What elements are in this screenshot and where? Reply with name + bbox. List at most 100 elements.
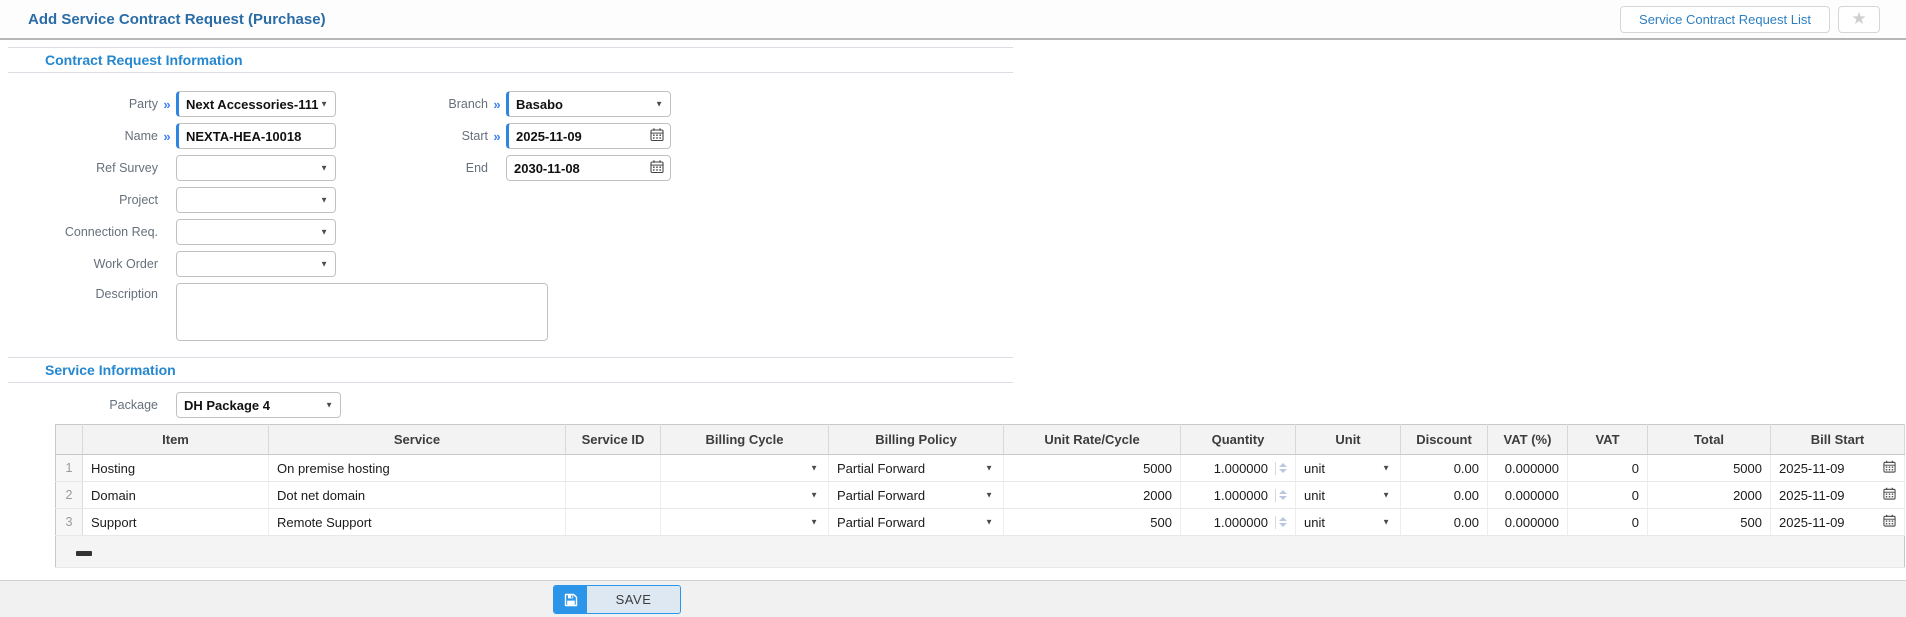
discount-cell[interactable]: 0.00 <box>1400 454 1488 482</box>
work-order-select[interactable]: ▼ <box>176 251 336 277</box>
branch-value: Basabo <box>516 96 563 112</box>
bill-start-cell[interactable]: 2025-11-09 <box>1770 508 1905 536</box>
vat-cell[interactable]: 0 <box>1567 454 1648 482</box>
quantity-cell[interactable]: 1.000000 <box>1180 481 1296 509</box>
divider <box>1275 488 1276 502</box>
vat-pct-cell[interactable]: 0.000000 <box>1487 454 1568 482</box>
bill-start-cell[interactable]: 2025-11-09 <box>1770 454 1905 482</box>
vat-pct-cell[interactable]: 0.000000 <box>1487 481 1568 509</box>
unit-select[interactable]: unit ▼ <box>1295 454 1401 482</box>
col-billing-cycle: Billing Cycle <box>660 424 829 455</box>
unit-rate-cell[interactable]: 5000 <box>1003 454 1181 482</box>
billing-cycle-select[interactable]: ▼ <box>660 508 829 536</box>
unit-select[interactable]: unit ▼ <box>1295 481 1401 509</box>
row-number: 1 <box>55 454 83 482</box>
service-id-cell[interactable] <box>565 481 661 509</box>
total-cell: 5000 <box>1647 454 1771 482</box>
item-cell[interactable]: Support <box>82 508 269 536</box>
branch-label: Branch <box>448 97 488 111</box>
item-cell[interactable]: Hosting <box>82 454 269 482</box>
favorite-star-button[interactable]: ★ <box>1838 5 1880 33</box>
service-cell[interactable]: Dot net domain <box>268 481 566 509</box>
start-label: Start <box>461 129 488 143</box>
billing-policy-value: Partial Forward <box>837 460 926 476</box>
contract-form: Party » Next Accessories-111 ▼ Name » NE… <box>0 73 1906 357</box>
quantity-value: 1.000000 <box>1213 460 1268 476</box>
start-date-input[interactable]: 2025-11-09 <box>506 123 671 149</box>
total-cell: 500 <box>1647 508 1771 536</box>
service-cell[interactable]: On premise hosting <box>268 454 566 482</box>
chevron-down-icon: ▼ <box>320 259 328 269</box>
col-quantity: Quantity <box>1180 424 1296 455</box>
party-select[interactable]: Next Accessories-111 ▼ <box>176 91 336 117</box>
quantity-spinner-icon[interactable] <box>1279 490 1287 500</box>
chevron-down-icon: ▼ <box>985 463 993 473</box>
service-id-cell[interactable] <box>565 454 661 482</box>
item-cell[interactable]: Domain <box>82 481 269 509</box>
calendar-icon <box>650 128 664 145</box>
package-select[interactable]: DH Package 4 ▼ <box>176 392 341 418</box>
row-number: 2 <box>55 481 83 509</box>
billing-policy-value: Partial Forward <box>837 487 926 503</box>
ref-survey-select[interactable]: ▼ <box>176 155 336 181</box>
service-cell[interactable]: Remote Support <box>268 508 566 536</box>
party-value: Next Accessories-111 <box>186 96 319 112</box>
service-id-cell[interactable] <box>565 508 661 536</box>
contract-section-title: Contract Request Information <box>8 47 1013 73</box>
quantity-spinner-icon[interactable] <box>1279 517 1287 527</box>
chevron-down-icon: ▼ <box>985 517 993 527</box>
chevron-down-icon: ▼ <box>325 400 333 410</box>
vat-pct-cell[interactable]: 0.000000 <box>1487 508 1568 536</box>
vat-cell[interactable]: 0 <box>1567 508 1648 536</box>
chevron-down-icon: ▼ <box>985 490 993 500</box>
billing-policy-select[interactable]: Partial Forward ▼ <box>828 508 1004 536</box>
table-row: 2 Domain Dot net domain ▼ Partial Forwar… <box>55 481 1905 509</box>
page-title: Add Service Contract Request (Purchase) <box>28 10 326 28</box>
connection-req-select[interactable]: ▼ <box>176 219 336 245</box>
package-label: Package <box>109 398 158 412</box>
table-row: 3 Support Remote Support ▼ Partial Forwa… <box>55 508 1905 536</box>
table-footer-band <box>55 535 1905 568</box>
quantity-cell[interactable]: 1.000000 <box>1180 508 1296 536</box>
chevron-down-icon: ▼ <box>810 490 818 500</box>
discount-cell[interactable]: 0.00 <box>1400 481 1488 509</box>
required-marker: » <box>493 96 501 112</box>
unit-rate-cell[interactable]: 500 <box>1003 508 1181 536</box>
header-actions: Service Contract Request List ★ <box>1620 5 1880 33</box>
save-button-label: SAVE <box>587 586 680 613</box>
end-date-input[interactable]: 2030-11-08 <box>506 155 671 181</box>
ref-survey-label: Ref Survey <box>96 161 158 175</box>
chevron-down-icon: ▼ <box>320 195 328 205</box>
billing-cycle-select[interactable]: ▼ <box>660 454 829 482</box>
billing-policy-select[interactable]: Partial Forward ▼ <box>828 454 1004 482</box>
calendar-icon <box>1883 460 1896 476</box>
unit-select[interactable]: unit ▼ <box>1295 508 1401 536</box>
required-marker: » <box>163 96 171 112</box>
unit-rate-cell[interactable]: 2000 <box>1003 481 1181 509</box>
star-icon: ★ <box>1851 9 1867 28</box>
name-input[interactable]: NEXTA-HEA-10018 <box>176 123 336 149</box>
row-number: 3 <box>55 508 83 536</box>
bill-start-value: 2025-11-09 <box>1779 514 1845 530</box>
description-textarea[interactable] <box>176 283 548 341</box>
discount-cell[interactable]: 0.00 <box>1400 508 1488 536</box>
col-total: Total <box>1647 424 1771 455</box>
quantity-spinner-icon[interactable] <box>1279 463 1287 473</box>
vat-cell[interactable]: 0 <box>1567 481 1648 509</box>
work-order-label: Work Order <box>93 257 158 271</box>
name-label: Name <box>124 129 158 143</box>
page-header: Add Service Contract Request (Purchase) … <box>0 0 1906 40</box>
remove-row-button[interactable] <box>76 551 92 556</box>
calendar-icon <box>1883 487 1896 503</box>
branch-select[interactable]: Basabo ▼ <box>506 91 671 117</box>
name-value: NEXTA-HEA-10018 <box>186 128 302 144</box>
billing-cycle-select[interactable]: ▼ <box>660 481 829 509</box>
project-select[interactable]: ▼ <box>176 187 336 213</box>
save-button[interactable]: SAVE <box>553 585 681 614</box>
unit-value: unit <box>1304 514 1325 530</box>
col-unit-rate: Unit Rate/Cycle <box>1003 424 1181 455</box>
quantity-cell[interactable]: 1.000000 <box>1180 454 1296 482</box>
service-contract-request-list-button[interactable]: Service Contract Request List <box>1620 5 1830 33</box>
bill-start-cell[interactable]: 2025-11-09 <box>1770 481 1905 509</box>
billing-policy-select[interactable]: Partial Forward ▼ <box>828 481 1004 509</box>
